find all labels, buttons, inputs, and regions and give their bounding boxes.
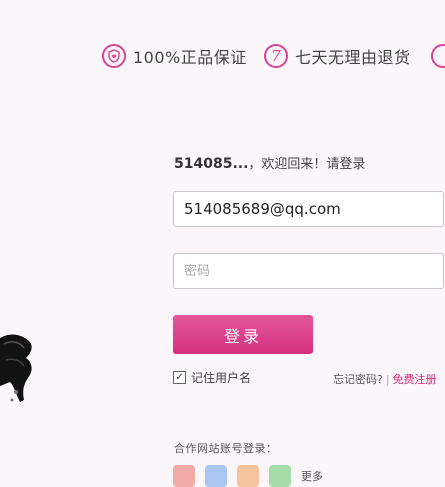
seven-days-icon: 7 — [264, 44, 288, 68]
username-input[interactable] — [173, 191, 444, 227]
link-separator: | — [385, 373, 390, 386]
password-input[interactable] — [173, 253, 444, 289]
promo-return: 7 七天无理由退货 — [264, 40, 411, 72]
welcome-text: 514085...，欢迎回来！请登录 — [174, 153, 365, 172]
more-providers-link[interactable]: 更多 — [301, 468, 323, 484]
qq-icon[interactable] — [205, 465, 227, 487]
model-figure-image — [0, 334, 32, 402]
weibo-icon[interactable] — [173, 465, 195, 487]
login-button[interactable]: 登录 — [173, 315, 313, 354]
forgot-password-link[interactable]: 忘记密码? — [333, 373, 383, 386]
partner-login-label: 合作网站账号登录： — [174, 442, 278, 455]
register-link[interactable]: 免费注册 — [393, 373, 437, 386]
account-links: 忘记密码? | 免费注册 — [333, 371, 437, 387]
welcome-message: ，欢迎回来！请登录 — [248, 157, 366, 172]
promo-genuine: 100%正品保证 — [102, 40, 247, 72]
alipay-icon[interactable] — [237, 465, 259, 487]
wechat-icon[interactable] — [269, 465, 291, 487]
partial-promo-icon — [431, 44, 445, 68]
promo-genuine-text: 100%正品保证 — [133, 48, 247, 67]
remember-label: 记住用户名 — [191, 371, 252, 385]
promo-partial — [431, 40, 445, 72]
remember-checkbox[interactable]: ✓ — [173, 371, 186, 384]
remember-username[interactable]: ✓ 记住用户名 — [173, 369, 251, 386]
welcome-username: 514085... — [174, 156, 249, 172]
shield-heart-icon — [102, 44, 126, 68]
promo-return-text: 七天无理由退货 — [295, 48, 411, 67]
